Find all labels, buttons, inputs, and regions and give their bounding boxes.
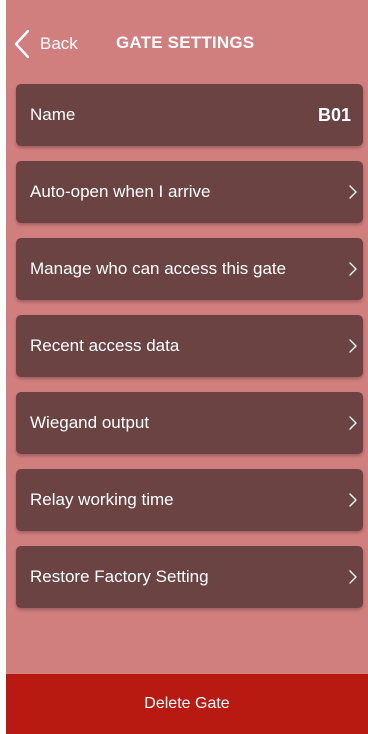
chevron-right-icon bbox=[349, 262, 357, 276]
delete-gate-button[interactable]: Delete Gate bbox=[6, 674, 368, 734]
gate-settings-screen: Back GATE SETTINGS Name B01 Auto-open wh… bbox=[6, 0, 368, 734]
relay-time-row[interactable]: Relay working time bbox=[16, 469, 363, 531]
restore-factory-row[interactable]: Restore Factory Setting bbox=[16, 546, 363, 608]
restore-factory-label: Restore Factory Setting bbox=[30, 567, 209, 586]
auto-open-label: Auto-open when I arrive bbox=[30, 182, 211, 201]
manage-access-row[interactable]: Manage who can access this gate bbox=[16, 238, 363, 300]
name-label: Name bbox=[30, 105, 76, 124]
chevron-right-icon bbox=[349, 339, 357, 353]
header: Back GATE SETTINGS bbox=[6, 0, 368, 88]
wiegand-output-label: Wiegand output bbox=[30, 413, 150, 432]
chevron-left-icon bbox=[14, 29, 30, 59]
relay-time-label: Relay working time bbox=[30, 490, 174, 509]
recent-access-label: Recent access data bbox=[30, 336, 180, 355]
chevron-right-icon bbox=[349, 570, 357, 584]
manage-access-label: Manage who can access this gate bbox=[30, 259, 287, 278]
recent-access-row[interactable]: Recent access data bbox=[16, 315, 363, 377]
page-title: GATE SETTINGS bbox=[116, 33, 255, 52]
name-row[interactable]: Name B01 bbox=[16, 84, 363, 146]
wiegand-output-row[interactable]: Wiegand output bbox=[16, 392, 363, 454]
back-label: Back bbox=[40, 34, 78, 53]
chevron-right-icon bbox=[349, 185, 357, 199]
back-button[interactable]: Back bbox=[10, 28, 78, 60]
chevron-right-icon bbox=[349, 493, 357, 507]
settings-menu: Name B01 Auto-open when I arrive Manage … bbox=[16, 84, 363, 623]
chevron-right-icon bbox=[349, 416, 357, 430]
auto-open-row[interactable]: Auto-open when I arrive bbox=[16, 161, 363, 223]
gate-name-value: B01 bbox=[317, 104, 351, 125]
delete-gate-label: Delete Gate bbox=[144, 695, 230, 712]
